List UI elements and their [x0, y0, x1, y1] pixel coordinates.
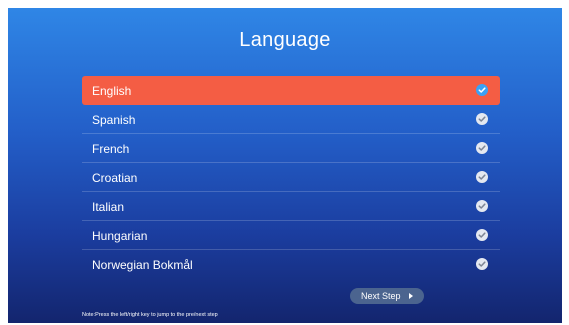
language-label: French	[92, 142, 130, 156]
next-step-label: Next Step	[361, 291, 401, 301]
language-label: Hungarian	[92, 229, 148, 243]
language-setup-screen: Language English Spanish French Croatian	[8, 8, 562, 323]
language-label: Norwegian Bokmål	[92, 258, 193, 272]
language-label: Italian	[92, 200, 125, 214]
language-list: English Spanish French Croatian Italian	[82, 76, 500, 279]
navigation-note: Note:Press the left/right key to jump to…	[82, 312, 218, 318]
language-item-spanish[interactable]: Spanish	[82, 105, 500, 134]
check-circle-icon	[476, 171, 488, 183]
language-item-italian[interactable]: Italian	[82, 192, 500, 221]
check-circle-icon	[476, 200, 488, 212]
language-item-english[interactable]: English	[82, 76, 500, 105]
language-item-croatian[interactable]: Croatian	[82, 163, 500, 192]
language-label: English	[92, 84, 132, 98]
language-label: Croatian	[92, 171, 138, 185]
check-circle-icon	[476, 258, 488, 270]
language-item-french[interactable]: French	[82, 134, 500, 163]
next-step-button[interactable]: Next Step	[350, 288, 424, 304]
check-circle-icon	[476, 113, 488, 125]
language-item-hungarian[interactable]: Hungarian	[82, 221, 500, 250]
page-title: Language	[239, 29, 331, 51]
check-circle-icon	[476, 229, 488, 241]
language-item-norwegian-bokmal[interactable]: Norwegian Bokmål	[82, 250, 500, 279]
language-label: Spanish	[92, 113, 136, 127]
check-circle-icon	[476, 84, 488, 96]
check-circle-icon	[476, 142, 488, 154]
play-arrow-icon	[409, 293, 413, 299]
